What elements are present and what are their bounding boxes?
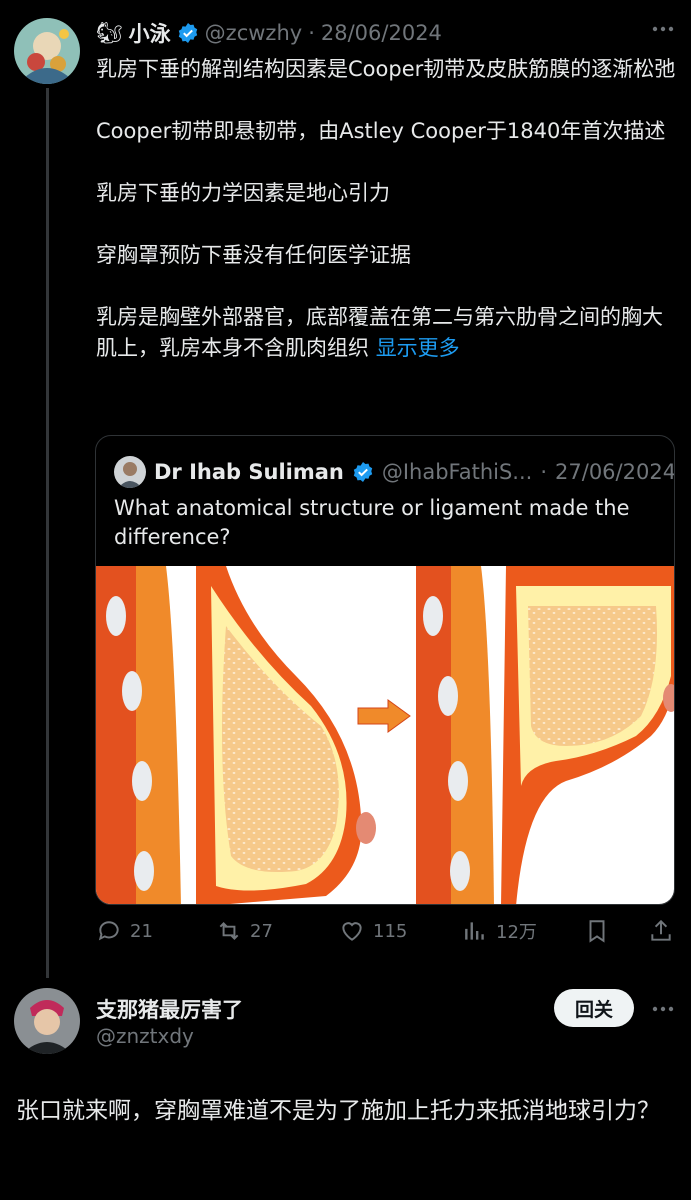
author-avatar[interactable] bbox=[14, 18, 80, 84]
tweet-action-bar: 21 27 115 12万 bbox=[96, 918, 681, 948]
bookmark-button[interactable] bbox=[584, 918, 610, 944]
analytics-icon bbox=[465, 922, 484, 940]
quoted-tweet-date[interactable]: 27/06/2024 bbox=[555, 460, 674, 484]
tweet-date[interactable]: 28/06/2024 bbox=[321, 21, 442, 45]
quoted-author-name[interactable]: Dr Ihab Suliman bbox=[154, 460, 344, 484]
quoted-author-avatar[interactable] bbox=[114, 456, 146, 488]
bookmark-icon bbox=[589, 920, 605, 943]
tweet-paragraph: Cooper韧带即悬韧带，由Astley Cooper于1840年首次描述 bbox=[96, 119, 666, 143]
reply-count: 21 bbox=[130, 920, 153, 942]
share-icon bbox=[651, 919, 671, 941]
author-name[interactable]: 小泳 bbox=[129, 18, 171, 48]
tweet-body: 乳房下垂的解剖结构因素是Cooper韧带及皮肤筋膜的逐渐松弛 Cooper韧带即… bbox=[96, 54, 676, 364]
tweet-header: 🐿 小泳 @zcwzhy · 28/06/2024 bbox=[96, 18, 442, 48]
verified-badge-icon bbox=[178, 23, 197, 43]
reply-author-name[interactable]: 支那猪最厉害了 bbox=[96, 994, 243, 1024]
tweet-paragraph: 穿胸罩预防下垂没有任何医学证据 bbox=[96, 243, 411, 267]
meta-dot: · bbox=[540, 460, 548, 484]
reply-text: 张口就来啊，穿胸罩难道不是为了施加上托力来抵消地球引力？ bbox=[16, 1098, 660, 1124]
heart-icon bbox=[342, 922, 362, 941]
reply-author-avatar[interactable] bbox=[14, 988, 80, 1054]
tweet-paragraph-last: 乳房是胸壁外部器官，底部覆盖在第二与第六肋骨之间的胸大肌上，乳房本身不含肌肉组织… bbox=[96, 302, 676, 364]
reply-author-handle[interactable]: @znztxdy bbox=[96, 1024, 194, 1048]
retweet-button[interactable]: 27 bbox=[216, 918, 273, 944]
tweet-paragraph: 乳房下垂的力学因素是地心引力 bbox=[96, 181, 390, 205]
thread-line bbox=[46, 88, 49, 978]
meta-dot: · bbox=[308, 21, 315, 45]
view-count: 12万 bbox=[496, 922, 537, 943]
views-button[interactable]: 12万 bbox=[462, 918, 537, 944]
author-emoji: 🐿 bbox=[96, 20, 123, 45]
anatomy-illustration[interactable] bbox=[96, 566, 674, 904]
quoted-tweet-card[interactable]: Dr Ihab Suliman @IhabFathiS... · 27/06/2… bbox=[95, 435, 675, 905]
tweet-paragraph: 乳房下垂的解剖结构因素是Cooper韧带及皮肤筋膜的逐渐松弛 bbox=[96, 57, 676, 81]
retweet-count: 27 bbox=[250, 920, 273, 942]
author-handle[interactable]: @zcwzhy bbox=[205, 21, 303, 45]
reply-icon bbox=[98, 921, 119, 941]
like-count: 115 bbox=[373, 920, 408, 942]
more-options-icon[interactable] bbox=[650, 996, 676, 1026]
like-button[interactable]: 115 bbox=[339, 918, 407, 944]
more-options-icon[interactable] bbox=[650, 16, 676, 48]
verified-badge-icon bbox=[353, 462, 373, 482]
reply-button[interactable]: 21 bbox=[96, 918, 153, 944]
breast-anatomy-diagram bbox=[96, 566, 674, 904]
show-more-link[interactable]: 显示更多 bbox=[376, 336, 460, 360]
follow-back-button[interactable]: 回关 bbox=[554, 989, 634, 1027]
quoted-tweet-text: What anatomical structure or ligament ma… bbox=[114, 496, 630, 549]
share-button[interactable] bbox=[648, 918, 674, 944]
retweet-icon bbox=[219, 922, 239, 940]
quoted-author-handle[interactable]: @IhabFathiS... bbox=[382, 460, 532, 484]
quoted-tweet-header: Dr Ihab Suliman @IhabFathiS... · 27/06/2… bbox=[114, 456, 674, 488]
